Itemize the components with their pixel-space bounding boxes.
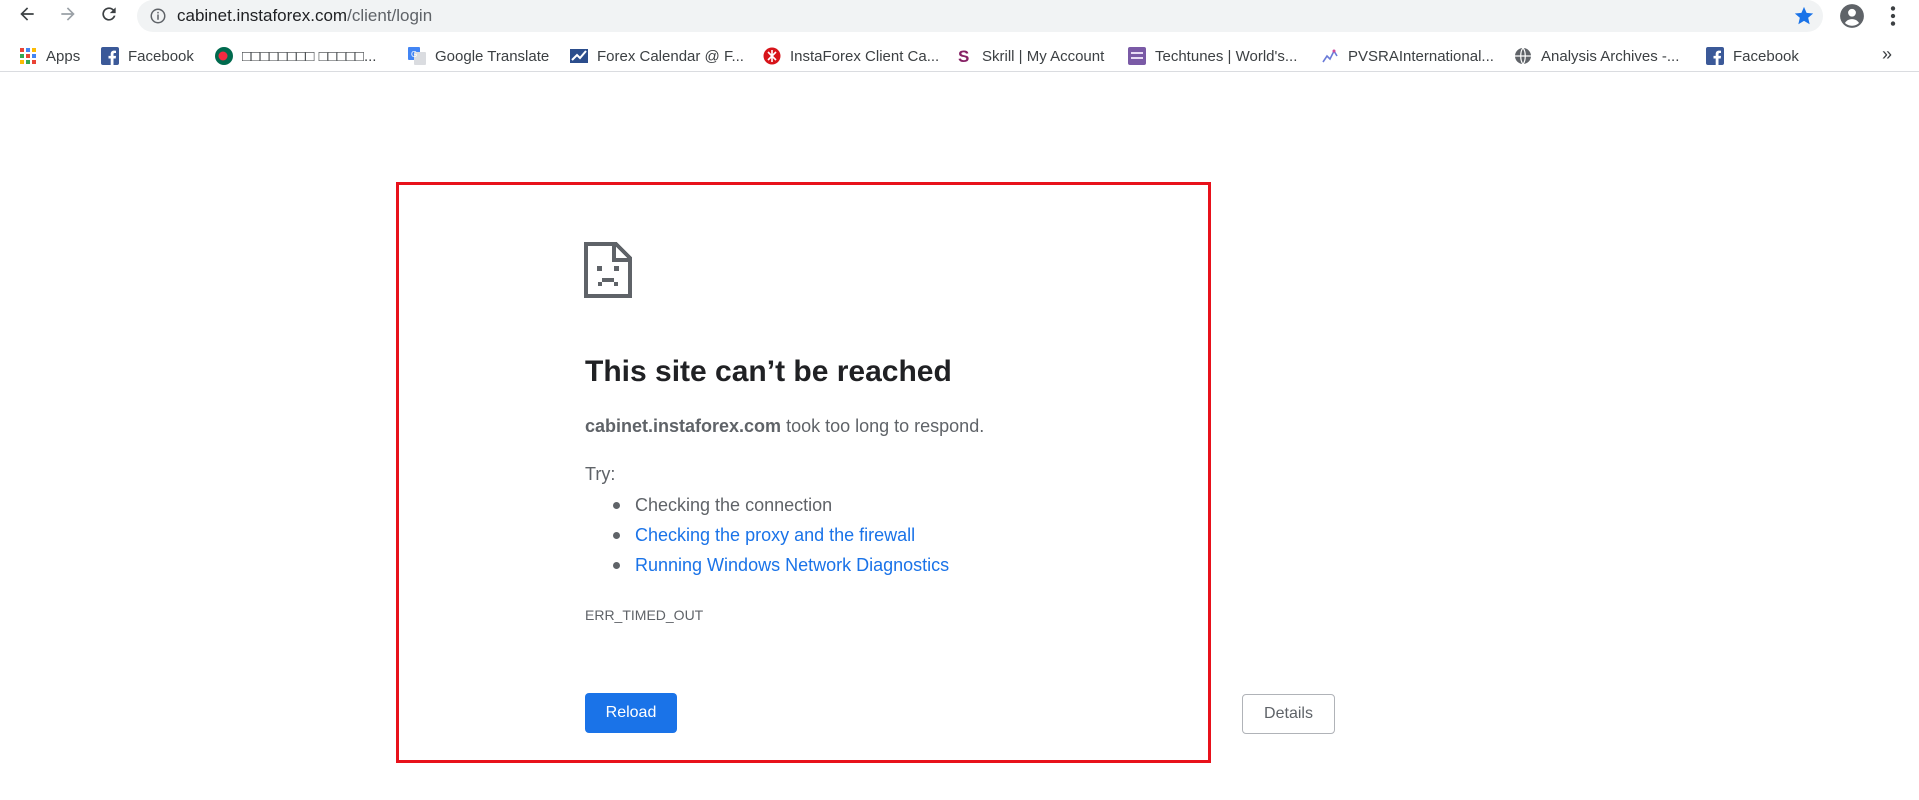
bookmark-label: Google Translate (435, 47, 550, 65)
bookmark-facebook[interactable]: Facebook (101, 44, 194, 68)
svg-text:G: G (411, 50, 417, 59)
techtunes-icon (1128, 47, 1146, 65)
reload-page-button[interactable]: Reload (585, 693, 677, 733)
bookmark-label: Facebook (1733, 47, 1799, 65)
google-translate-icon: G (408, 47, 426, 65)
back-button[interactable] (13, 2, 41, 30)
bookmark-instaforex[interactable]: InstaForex Client Ca... (763, 44, 939, 68)
bookmark-label: Skrill | My Account (982, 47, 1105, 65)
bookmark-google-translate[interactable]: G Google Translate (408, 44, 549, 68)
details-button[interactable]: Details (1242, 694, 1335, 734)
bookmarks-bar: Apps Facebook □□□□□□□□ □□□□□... G Google… (0, 40, 1919, 72)
address-bar[interactable]: cabinet.instaforex.com/client/login (137, 0, 1823, 32)
arrow-right-icon (58, 4, 78, 29)
suggestion-proxy-firewall: Checking the proxy and the firewall (610, 520, 949, 550)
bookmark-label: PVSRAInternational... (1348, 47, 1494, 65)
bookmark-label: Techtunes | World's... (1155, 47, 1298, 65)
bookmark-pvsra[interactable]: PVSRAInternational... (1321, 44, 1494, 68)
bookmark-label: InstaForex Client Ca... (790, 47, 940, 65)
bangladesh-flag-icon (215, 47, 233, 65)
bookmark-facebook-2[interactable]: Facebook (1706, 44, 1799, 68)
facebook-icon (101, 47, 119, 65)
facebook-icon (1706, 47, 1724, 65)
svg-text:S: S (958, 47, 969, 65)
network-diagnostics-link[interactable]: Running Windows Network Diagnostics (635, 555, 949, 575)
bookmark-label: Apps (46, 47, 81, 65)
reload-button[interactable] (95, 2, 123, 30)
bookmark-bangla-site[interactable]: □□□□□□□□ □□□□□... (215, 44, 376, 68)
error-code: ERR_TIMED_OUT (585, 607, 704, 623)
proxy-firewall-link[interactable]: Checking the proxy and the firewall (635, 525, 915, 545)
highlight-frame (396, 182, 1211, 763)
info-icon[interactable] (149, 7, 167, 25)
url-text[interactable]: cabinet.instaforex.com/client/login (177, 7, 432, 25)
bookmark-label: Forex Calendar @ F... (597, 47, 744, 65)
error-description: cabinet.instaforex.com took too long to … (585, 416, 984, 437)
instaforex-icon (763, 47, 781, 65)
bookmark-apps[interactable]: Apps (19, 44, 80, 68)
forex-calendar-icon (570, 47, 588, 65)
arrow-left-icon (17, 4, 37, 29)
vertical-dots-icon[interactable] (1880, 3, 1906, 29)
try-label: Try: (585, 464, 616, 484)
bookmark-forex-calendar[interactable]: Forex Calendar @ F... (570, 44, 744, 68)
sad-document-icon (584, 242, 632, 298)
star-icon[interactable] (1793, 5, 1815, 27)
bookmarks-overflow-button[interactable]: » (1882, 44, 1892, 65)
url-host: cabinet.instaforex.com (177, 6, 348, 25)
bookmark-techtunes[interactable]: Techtunes | World's... (1128, 44, 1297, 68)
error-heading: This site can’t be reached (585, 355, 952, 388)
apps-grid-icon (19, 47, 37, 65)
url-path: /client/login (347, 6, 433, 25)
suggestion-check-connection: Checking the connection (610, 490, 949, 520)
bookmark-label: Facebook (128, 47, 194, 65)
browser-toolbar: cabinet.instaforex.com/client/login (0, 0, 1919, 32)
bookmark-label: Analysis Archives -... (1541, 47, 1680, 65)
pvsra-icon (1321, 47, 1339, 65)
forward-button[interactable] (54, 2, 82, 30)
suggestion-network-diagnostics: Running Windows Network Diagnostics (610, 550, 949, 580)
error-host: cabinet.instaforex.com (585, 416, 782, 436)
error-message: took too long to respond. (781, 416, 985, 436)
globe-icon (1514, 47, 1532, 65)
reload-icon (99, 4, 119, 29)
suggestions-list: Checking the connection Checking the pro… (610, 490, 949, 580)
bookmark-analysis-archives[interactable]: Analysis Archives -... (1514, 44, 1679, 68)
bookmark-label: □□□□□□□□ □□□□□... (242, 47, 377, 65)
skrill-icon: S (955, 47, 973, 65)
bookmark-skrill[interactable]: S Skrill | My Account (955, 44, 1104, 68)
account-circle-icon[interactable] (1839, 3, 1865, 29)
